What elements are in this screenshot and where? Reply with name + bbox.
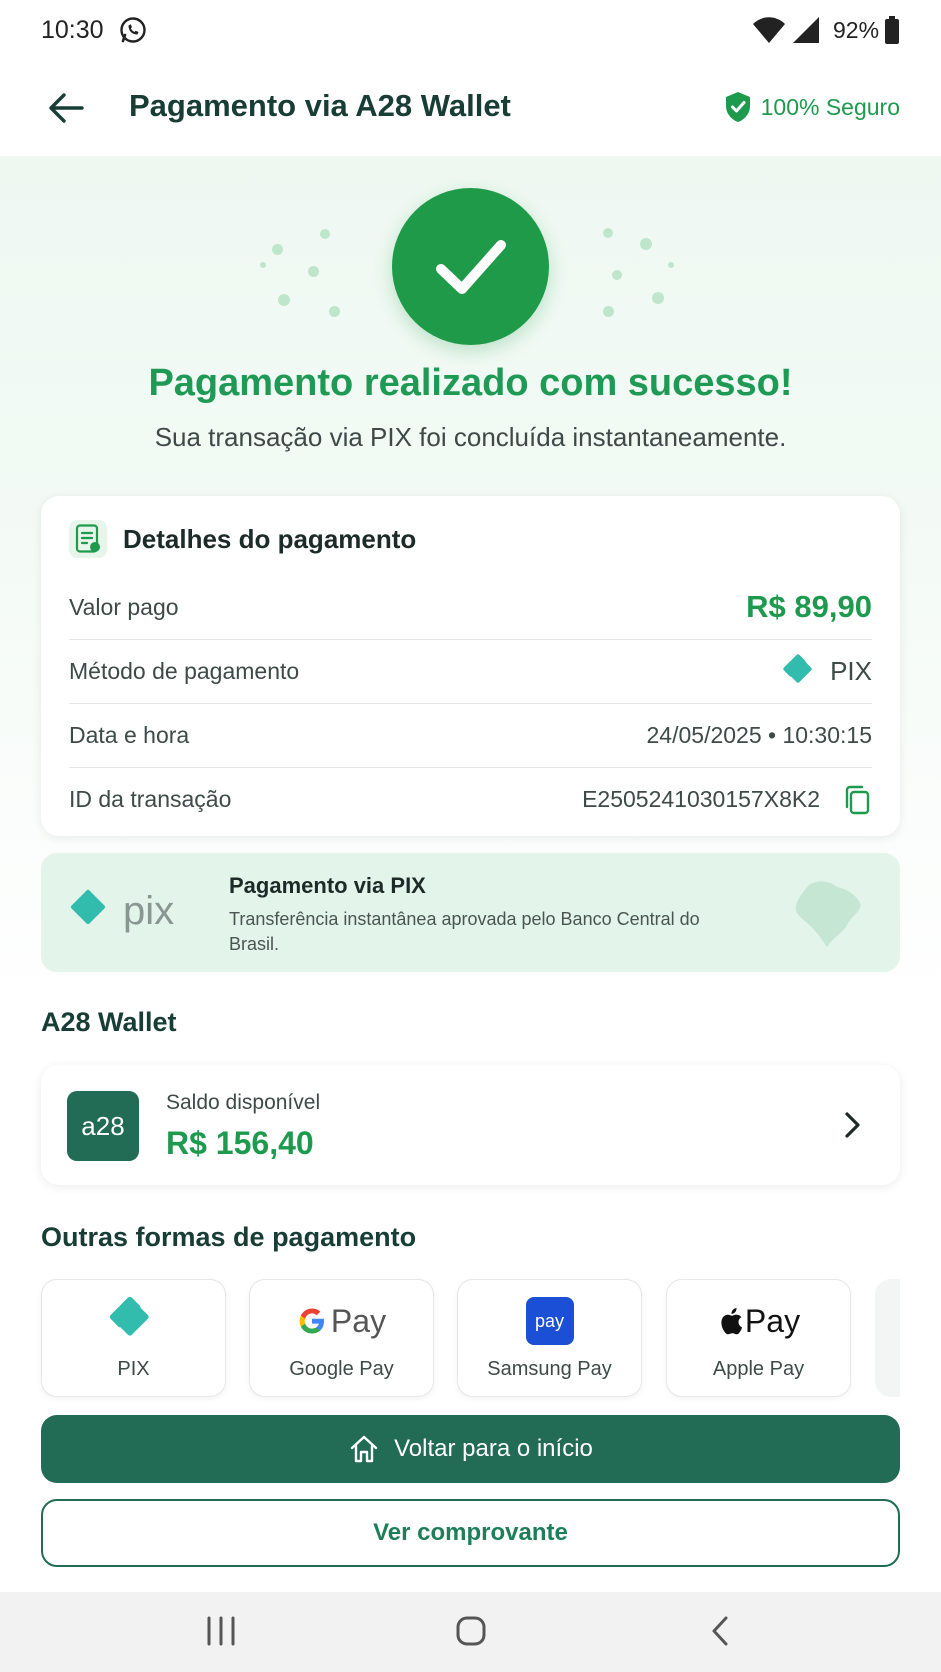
pix-banner-text: Transferência instantânea aprovada pelo … xyxy=(229,909,700,954)
pix-icon xyxy=(783,653,812,683)
nav-back-icon[interactable] xyxy=(708,1614,732,1648)
check-icon xyxy=(435,239,506,294)
other-methods-title: Outras formas de pagamento xyxy=(41,1222,417,1252)
balance-label: Saldo disponível xyxy=(166,1091,321,1114)
confetti-dot xyxy=(612,270,622,280)
detail-row-datetime: Data e hora 24/05/2025 • 10:30:15 xyxy=(69,703,872,767)
confetti-dot xyxy=(278,294,290,306)
pix-banner-title: Pagamento via PIX xyxy=(229,873,426,898)
detail-row-amount: Valor pago R$ 89,90 xyxy=(69,575,872,639)
detail-row-transaction-id: ID da transação E2505241030157X8K2 xyxy=(69,767,872,831)
success-subtitle: Sua transação via PIX foi concluída inst… xyxy=(154,422,787,452)
app-header: Pagamento via A28 Wallet 100% Seguro xyxy=(0,62,941,156)
details-title: Detalhes do pagamento xyxy=(123,523,417,554)
pix-option-logo xyxy=(42,1296,225,1346)
payment-method-value: PIX xyxy=(782,653,872,691)
detail-label: Data e hora xyxy=(69,722,190,748)
chevron-right-icon xyxy=(845,1112,860,1138)
apple-pay-logo: Pay xyxy=(667,1296,850,1346)
payment-method-name: PIX xyxy=(830,656,872,686)
a28-logo: a28 xyxy=(67,1091,139,1161)
transaction-id-value: E2505241030157X8K2 xyxy=(582,784,872,816)
battery-percent: 92% xyxy=(833,17,880,43)
amount-paid: R$ 89,90 xyxy=(746,589,872,624)
confetti-dot xyxy=(652,292,664,304)
view-receipt-label: Ver comprovante xyxy=(373,1519,568,1546)
wallet-section-title: A28 Wallet xyxy=(41,1007,177,1037)
payment-option-label: Google Pay xyxy=(289,1358,394,1380)
google-g-icon xyxy=(299,1308,324,1334)
detail-label: ID da transação xyxy=(69,786,232,812)
apple-icon xyxy=(721,1308,743,1335)
status-time: 10:30 xyxy=(41,16,104,44)
back-to-home-label: Voltar para o início xyxy=(394,1435,593,1462)
apple-pay-logo-text: Pay xyxy=(744,1302,801,1339)
confetti-dot xyxy=(603,228,613,238)
status-bar: 10:30 92% xyxy=(0,0,941,62)
nav-recent-icon[interactable] xyxy=(205,1614,237,1648)
system-nav-bar xyxy=(0,1592,941,1672)
wifi-icon xyxy=(753,17,785,43)
detail-label: Valor pago xyxy=(69,593,179,620)
samsung-pay-logo-box: pay xyxy=(525,1297,574,1345)
secure-label: 100% Seguro xyxy=(760,93,900,120)
payment-option-label: Samsung Pay xyxy=(487,1358,612,1380)
google-pay-logo-text: Pay xyxy=(330,1302,387,1339)
payment-option-partial[interactable] xyxy=(875,1279,900,1397)
transaction-id: E2505241030157X8K2 xyxy=(582,786,820,812)
payment-option-label: Apple Pay xyxy=(712,1358,805,1380)
home-icon xyxy=(350,1435,378,1463)
google-pay-logo: Pay xyxy=(250,1296,433,1346)
back-arrow-icon[interactable] xyxy=(44,86,88,130)
pix-logo-text: pix xyxy=(123,889,174,933)
payment-option-pix[interactable]: PIX xyxy=(41,1279,226,1397)
payment-option-samsung-pay[interactable]: pay Samsung Pay xyxy=(457,1279,642,1397)
secure-badge: 100% Seguro xyxy=(723,90,900,124)
confetti-dot xyxy=(640,238,652,250)
brazil-map-icon xyxy=(795,881,861,947)
detail-row-method: Método de pagamento PIX xyxy=(69,639,872,703)
payment-details-card: Detalhes do pagamento Valor pago R$ 89,9… xyxy=(41,496,900,836)
datetime-value: 24/05/2025 • 10:30:15 xyxy=(646,722,872,748)
success-title: Pagamento realizado com sucesso! xyxy=(148,362,793,404)
payment-option-label: PIX xyxy=(117,1358,150,1380)
detail-label: Método de pagamento xyxy=(69,658,300,684)
copy-icon[interactable] xyxy=(842,784,872,816)
confetti-dot xyxy=(308,266,319,277)
confetti-dot xyxy=(260,262,266,268)
whatsapp-icon xyxy=(120,17,146,43)
confetti-dot xyxy=(329,306,340,317)
confetti-dot xyxy=(272,244,283,255)
wallet-balance-card[interactable]: a28 Saldo disponível R$ 156,40 xyxy=(41,1065,900,1185)
payment-option-google-pay[interactable]: Pay Google Pay xyxy=(249,1279,434,1397)
pix-icon xyxy=(109,1296,149,1336)
shield-check-icon xyxy=(725,92,750,122)
back-to-home-button[interactable]: Voltar para o início xyxy=(41,1415,900,1483)
samsung-pay-logo: pay xyxy=(458,1296,641,1346)
confetti-dot xyxy=(603,306,614,317)
signal-icon xyxy=(793,17,819,43)
confetti-dot xyxy=(320,229,330,239)
success-check xyxy=(392,188,549,345)
page-title: Pagamento via A28 Wallet xyxy=(129,88,511,123)
payment-option-apple-pay[interactable]: Pay Apple Pay xyxy=(666,1279,851,1397)
battery-icon xyxy=(885,16,899,44)
balance-amount: R$ 156,40 xyxy=(166,1125,314,1161)
document-icon-box xyxy=(69,520,107,558)
confetti-dot xyxy=(668,262,674,268)
nav-home-icon[interactable] xyxy=(455,1614,487,1648)
details-header: Detalhes do pagamento xyxy=(69,520,416,558)
pix-logo: pix xyxy=(70,889,174,933)
document-icon xyxy=(75,524,100,553)
view-receipt-button[interactable]: Ver comprovante xyxy=(41,1499,900,1567)
pix-info-banner: pix Pagamento via PIX Transferência inst… xyxy=(41,853,900,972)
